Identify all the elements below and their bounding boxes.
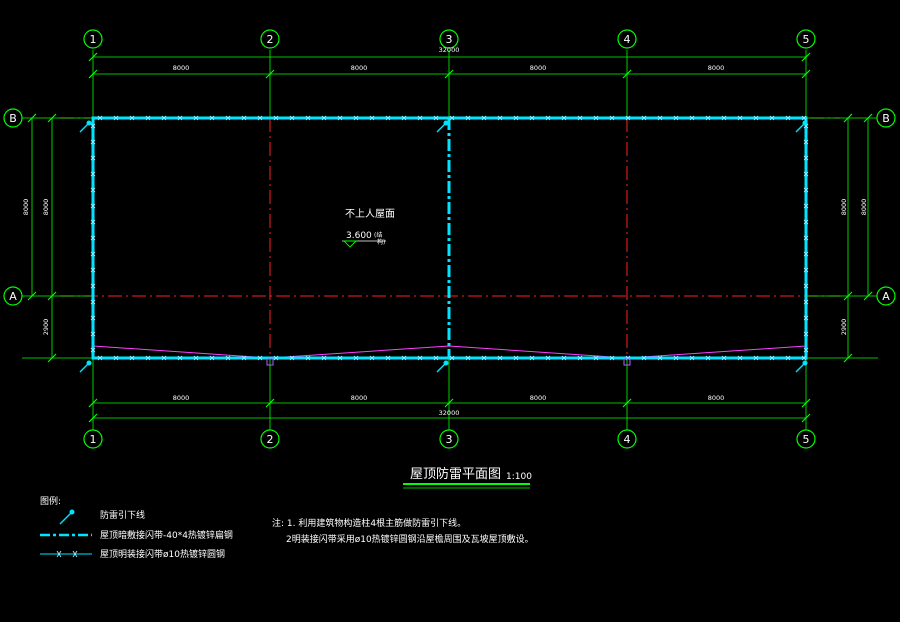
dim-top-total: 32000 bbox=[439, 46, 460, 54]
air-termination-belt bbox=[90, 115, 809, 361]
drawing-canvas: 1 2 3 4 5 1 2 3 4 5 B A B A 32000 8000 8… bbox=[3, 29, 896, 560]
notes: 注: 1. 利用建筑物构造柱4根主筋做防雷引下线。 2明装接闪带采用ø10热镀锌… bbox=[272, 517, 534, 545]
roof-elevation-note: 构) bbox=[377, 238, 385, 246]
title-scale: 1:100 bbox=[506, 472, 532, 482]
dim-right-upper: 8000 bbox=[840, 199, 848, 216]
roof-drains bbox=[266, 358, 631, 366]
dimension-top bbox=[88, 52, 811, 79]
dim-bottom-span: 8000 bbox=[351, 394, 368, 402]
legend-exposed-belt-symbol bbox=[40, 550, 92, 558]
down-conductor-arrow bbox=[79, 360, 92, 373]
dim-bottom-span: 8000 bbox=[173, 394, 190, 402]
grid-label: 1 bbox=[90, 433, 97, 446]
grid-label: 3 bbox=[446, 33, 453, 46]
dim-top-span: 8000 bbox=[708, 64, 725, 72]
roof-annotation: 不上人屋面 3.600 (结 构) bbox=[342, 208, 395, 248]
dim-bottom-total: 32000 bbox=[439, 409, 460, 417]
dim-top-span: 8000 bbox=[351, 64, 368, 72]
dim-top-span: 8000 bbox=[173, 64, 190, 72]
legend: 图例: 防雷引下线 屋顶暗敷接闪带-40*4热镀锌扁钢 屋顶明装接闪带ø10热镀… bbox=[40, 495, 233, 560]
dim-right-total: 8000 bbox=[860, 199, 868, 216]
grid-label: 2 bbox=[267, 433, 274, 446]
note-line: 注: 1. 利用建筑物构造柱4根主筋做防雷引下线。 bbox=[272, 517, 466, 529]
grid-label: 4 bbox=[624, 433, 631, 446]
roof-label: 不上人屋面 bbox=[345, 208, 395, 220]
grid-label: A bbox=[9, 290, 17, 303]
down-conductor-arrow bbox=[436, 360, 449, 373]
dim-bottom-span: 8000 bbox=[530, 394, 547, 402]
down-conductor-arrow bbox=[79, 120, 92, 133]
dim-left-lower: 2900 bbox=[42, 319, 50, 336]
legend-item: 屋顶暗敷接闪带-40*4热镀锌扁钢 bbox=[100, 529, 233, 541]
legend-down-conductor-symbol bbox=[59, 509, 75, 525]
dim-left-upper: 8000 bbox=[42, 199, 50, 216]
elevation-triangle-icon bbox=[342, 240, 358, 248]
dim-right-lower: 2900 bbox=[840, 319, 848, 336]
legend-item: 防雷引下线 bbox=[100, 509, 145, 521]
grid-label: A bbox=[882, 290, 890, 303]
legend-heading: 图例: bbox=[40, 495, 61, 507]
dim-top-span: 8000 bbox=[530, 64, 547, 72]
down-conductor-arrow bbox=[795, 360, 808, 373]
grid-label: 2 bbox=[267, 33, 274, 46]
legend-item: 屋顶明装接闪带ø10热镀锌圆钢 bbox=[100, 548, 225, 560]
grid-label: 4 bbox=[624, 33, 631, 46]
note-line: 2明装接闪带采用ø10热镀锌圆钢沿屋檐周围及瓦坡屋顶敷设。 bbox=[286, 533, 534, 545]
grid-label: B bbox=[882, 112, 890, 125]
down-conductor-arrow bbox=[436, 120, 449, 133]
dim-left-total: 8000 bbox=[22, 199, 30, 216]
roof-elevation-note: (结 bbox=[374, 231, 382, 239]
drawing-title: 屋顶防雷平面图 1:100 bbox=[403, 466, 532, 489]
title-text: 屋顶防雷平面图 bbox=[410, 466, 501, 482]
dim-bottom-span: 8000 bbox=[708, 394, 725, 402]
dimension-right bbox=[843, 113, 873, 363]
grid-label: 3 bbox=[446, 433, 453, 446]
roof-elevation: 3.600 bbox=[346, 231, 372, 241]
grid-label: 5 bbox=[803, 433, 810, 446]
grid-label: 1 bbox=[90, 33, 97, 46]
grid-label: B bbox=[9, 112, 17, 125]
down-conductors bbox=[79, 120, 808, 373]
grid-label: 5 bbox=[803, 33, 810, 46]
